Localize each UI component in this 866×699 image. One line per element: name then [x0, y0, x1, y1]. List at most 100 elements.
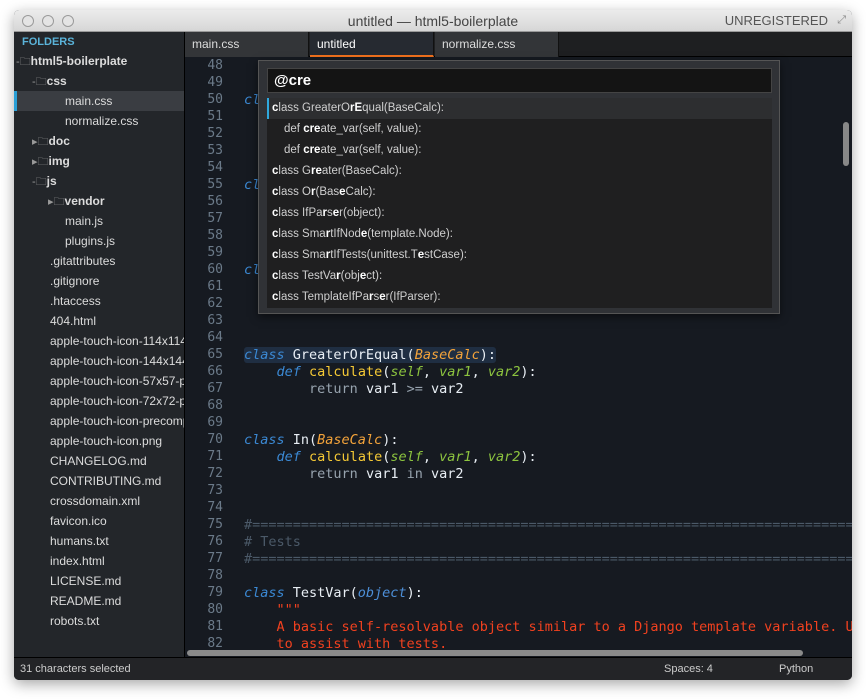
symbol-text: lass Greater [278, 102, 342, 114]
tab-bar: main.css untitled normalize.css [185, 32, 852, 57]
code-line: """ [244, 602, 301, 618]
sidebar-item[interactable]: apple-touch-icon-precomposed.png [14, 411, 184, 431]
editor-window: untitled — html5-boilerplate UNREGISTERE… [14, 10, 852, 680]
sidebar-item[interactable]: main.css [14, 91, 184, 111]
symbol-list-item[interactable]: class GreaterOrEqual(BaseCalc): [267, 98, 772, 119]
sidebar-item-label: CHANGELOG.md [50, 454, 147, 468]
code-token: var1 [439, 449, 472, 465]
folder-closed-icon[interactable]: ▸🗀 [32, 136, 49, 148]
line-number: 60 [207, 262, 223, 277]
symbol-text: lass Sma [278, 249, 326, 261]
sidebar-item[interactable]: apple-touch-icon-57x57-precomposed.png [14, 371, 184, 391]
code-line: return var1 in var2 [244, 466, 463, 482]
code-token: ): [406, 585, 423, 601]
sidebar-item-label: apple-touch-icon-precomposed.png [50, 414, 184, 428]
symbol-list-item[interactable]: class TestVar(object): [267, 266, 772, 287]
sidebar-item[interactable]: CONTRIBUTING.md [14, 471, 184, 491]
code-token: object [357, 585, 407, 601]
symbol-text: ct): [366, 270, 383, 282]
folder-open-icon[interactable]: -🗀 [32, 76, 47, 88]
sidebar-item-label: apple-touch-icon-57x57-precomposed.png [50, 374, 184, 388]
sidebar-item[interactable]: apple-touch-icon-114x114-precomposed.png [14, 331, 184, 351]
symbol-text: (obj [340, 270, 360, 282]
sidebar-item[interactable]: humans.txt [14, 531, 184, 551]
symbol-list-item[interactable]: class SmartIfNode(template.Node): [267, 224, 772, 245]
line-number: 65 [207, 347, 223, 362]
sidebar-item[interactable]: robots.txt [14, 611, 184, 631]
sidebar-item[interactable]: .gitattributes [14, 251, 184, 271]
code-token: class [244, 347, 285, 363]
sidebar-item[interactable]: LICENSE.md [14, 571, 184, 591]
sidebar-item[interactable]: -🗀css [14, 71, 184, 91]
sidebar-item[interactable]: 404.html [14, 311, 184, 331]
sidebar-item[interactable]: apple-touch-icon.png [14, 431, 184, 451]
tab-normalize-css[interactable]: normalize.css [435, 32, 559, 57]
code-token: , [422, 449, 440, 465]
tab-main-css[interactable]: main.css [185, 32, 309, 57]
sidebar-item[interactable]: .htaccess [14, 291, 184, 311]
code-token: BaseCalc [414, 347, 480, 363]
sidebar-item[interactable]: CHANGELOG.md [14, 451, 184, 471]
folder-open-icon[interactable]: -🗀 [16, 56, 31, 68]
folder-closed-icon[interactable]: ▸🗀 [32, 156, 49, 168]
symbol-list-item[interactable]: class Or(BaseCalc): [267, 182, 772, 203]
line-number: 70 [207, 432, 223, 447]
code-token: in [406, 466, 423, 482]
sidebar-item[interactable]: ▸🗀img [14, 151, 184, 171]
fullscreen-icon[interactable]: ⤢ [837, 14, 846, 27]
symbol-list-item[interactable]: def create_var(self, value): [267, 140, 772, 161]
symbol-list-item[interactable]: class SmartIfTests(unittest.TestCase): [267, 245, 772, 266]
line-number: 50 [207, 92, 223, 107]
sidebar-item[interactable]: apple-touch-icon-72x72-precomposed.png [14, 391, 184, 411]
symbol-list-item[interactable]: class TemplateIfParser(IfParser): [267, 287, 772, 308]
sidebar-item-label: CONTRIBUTING.md [50, 474, 162, 488]
sidebar-item[interactable]: .gitignore [14, 271, 184, 291]
sidebar-item[interactable]: apple-touch-icon-144x144-precomposed.png [14, 351, 184, 371]
sidebar-item[interactable]: -🗀html5-boilerplate [14, 51, 184, 71]
sidebar-item[interactable]: crossdomain.xml [14, 491, 184, 511]
goto-input[interactable]: @cre [267, 68, 772, 93]
symbol-text: stCase): [424, 249, 467, 261]
sidebar-item[interactable]: ▸🗀doc [14, 131, 184, 151]
symbol-text: qual(BaseCalc): [362, 102, 444, 114]
indentation-setting[interactable]: Spaces: 4 [664, 658, 713, 680]
folder-closed-icon[interactable]: ▸🗀 [48, 196, 65, 208]
sidebar-item[interactable]: normalize.css [14, 111, 184, 131]
goto-symbol-panel: @cre class GreaterOrEqual(BaseCalc): def … [258, 60, 780, 314]
vertical-scrollbar[interactable] [843, 122, 849, 166]
line-number: 52 [207, 126, 223, 141]
symbol-text: lass IfPa [278, 207, 323, 219]
symbol-text: lass G [278, 165, 311, 177]
sidebar-item-label: README.md [50, 594, 122, 608]
sidebar-item[interactable]: README.md [14, 591, 184, 611]
sidebar-item-label: .gitignore [50, 274, 100, 288]
sidebar-item[interactable]: favicon.ico [14, 511, 184, 531]
code-token: #=======================================… [244, 517, 852, 533]
symbol-text: def [284, 144, 304, 156]
sidebar-item-label: index.html [50, 554, 105, 568]
sidebar-item-label: humans.txt [50, 534, 109, 548]
code-token: #=======================================… [244, 551, 852, 567]
tab-untitled[interactable]: untitled [310, 32, 434, 57]
sidebar-item[interactable]: -🗀js [14, 171, 184, 191]
line-number: 79 [207, 585, 223, 600]
line-number: 67 [207, 381, 223, 396]
symbol-list-item[interactable]: class Greater(BaseCalc): [267, 161, 772, 182]
horizontal-scrollbar[interactable] [187, 650, 803, 656]
code-token: def [276, 449, 301, 465]
sidebar-item-label: img [48, 154, 70, 168]
symbol-text: def [284, 123, 304, 135]
symbol-list-item[interactable]: class IfParser(object): [267, 203, 772, 224]
line-number: 54 [207, 160, 223, 175]
sidebar-item[interactable]: plugins.js [14, 231, 184, 251]
line-number: 73 [207, 483, 223, 498]
sidebar-item[interactable]: main.js [14, 211, 184, 231]
symbol-list-item[interactable]: def create_var(self, value): [267, 119, 772, 140]
sidebar-item[interactable]: index.html [14, 551, 184, 571]
syntax-setting[interactable]: Python [779, 658, 813, 680]
folder-open-icon[interactable]: -🗀 [32, 176, 47, 188]
sidebar-item[interactable]: ▸🗀vendor [14, 191, 184, 211]
